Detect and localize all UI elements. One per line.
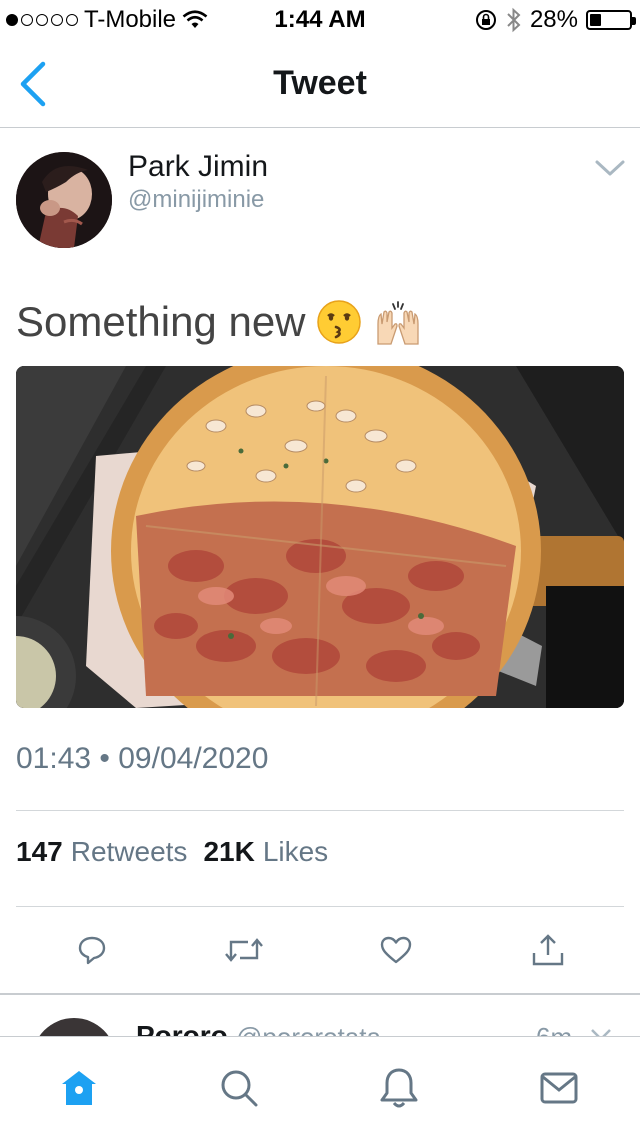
bluetooth-icon xyxy=(507,7,521,33)
divider xyxy=(16,906,624,907)
reply-icon xyxy=(78,936,106,965)
tweet-actions xyxy=(0,924,640,976)
tab-search[interactable] xyxy=(214,1063,264,1113)
status-bar: T-Mobile 1:44 AM 28% xyxy=(0,0,640,40)
avatar-photo xyxy=(16,152,112,248)
like-count: 21K xyxy=(203,836,255,867)
author-name[interactable]: Park Jimin xyxy=(128,150,268,184)
messages-icon xyxy=(540,1072,578,1104)
retweet-label: Retweets xyxy=(70,836,188,867)
share-button[interactable] xyxy=(522,924,574,976)
home-icon xyxy=(62,1071,96,1105)
status-indicators: 28% xyxy=(474,6,636,34)
chevron-down-icon xyxy=(595,160,625,176)
notifications-icon xyxy=(380,1068,418,1108)
tweet-options-button[interactable] xyxy=(588,150,632,186)
retweets-stat[interactable]: 147 Retweets xyxy=(16,836,187,868)
battery-tip xyxy=(632,17,636,25)
kissing-face-icon xyxy=(316,300,361,344)
tweet-photo[interactable] xyxy=(16,366,624,708)
search-icon xyxy=(221,1070,258,1107)
like-label: Likes xyxy=(262,836,329,867)
section-separator xyxy=(0,993,640,995)
tab-notifications[interactable] xyxy=(374,1063,424,1113)
tweet-text: Something new xyxy=(16,298,306,345)
author-handle[interactable]: @minijiminie xyxy=(128,186,264,214)
tab-home[interactable] xyxy=(54,1063,104,1113)
share-icon xyxy=(532,934,564,966)
author-avatar[interactable] xyxy=(16,152,112,248)
battery-icon xyxy=(586,10,636,30)
retweet-button[interactable] xyxy=(218,924,270,976)
retweet-icon xyxy=(225,938,263,962)
page-title: Tweet xyxy=(273,64,367,102)
battery-level xyxy=(590,14,601,26)
retweet-count: 147 xyxy=(16,836,63,867)
reply-button[interactable] xyxy=(66,924,118,976)
tweet-text-row: Something new xyxy=(16,298,424,346)
battery-percent: 28% xyxy=(529,6,578,33)
tweet-stats: 147 Retweets 21K Likes xyxy=(16,836,328,868)
tab-bar xyxy=(0,1036,640,1136)
likes-stat[interactable]: 21K Likes xyxy=(203,836,328,868)
pizza-photo xyxy=(16,366,624,708)
navigation-bar: Tweet xyxy=(0,40,640,128)
tweet-timestamp: 01:43 • 09/04/2020 xyxy=(16,742,269,775)
divider xyxy=(16,810,624,811)
rotation-lock-icon xyxy=(475,10,496,30)
raising-hands-icon xyxy=(376,301,419,345)
heart-icon xyxy=(380,936,412,964)
tab-messages[interactable] xyxy=(534,1063,584,1113)
like-button[interactable] xyxy=(370,924,422,976)
